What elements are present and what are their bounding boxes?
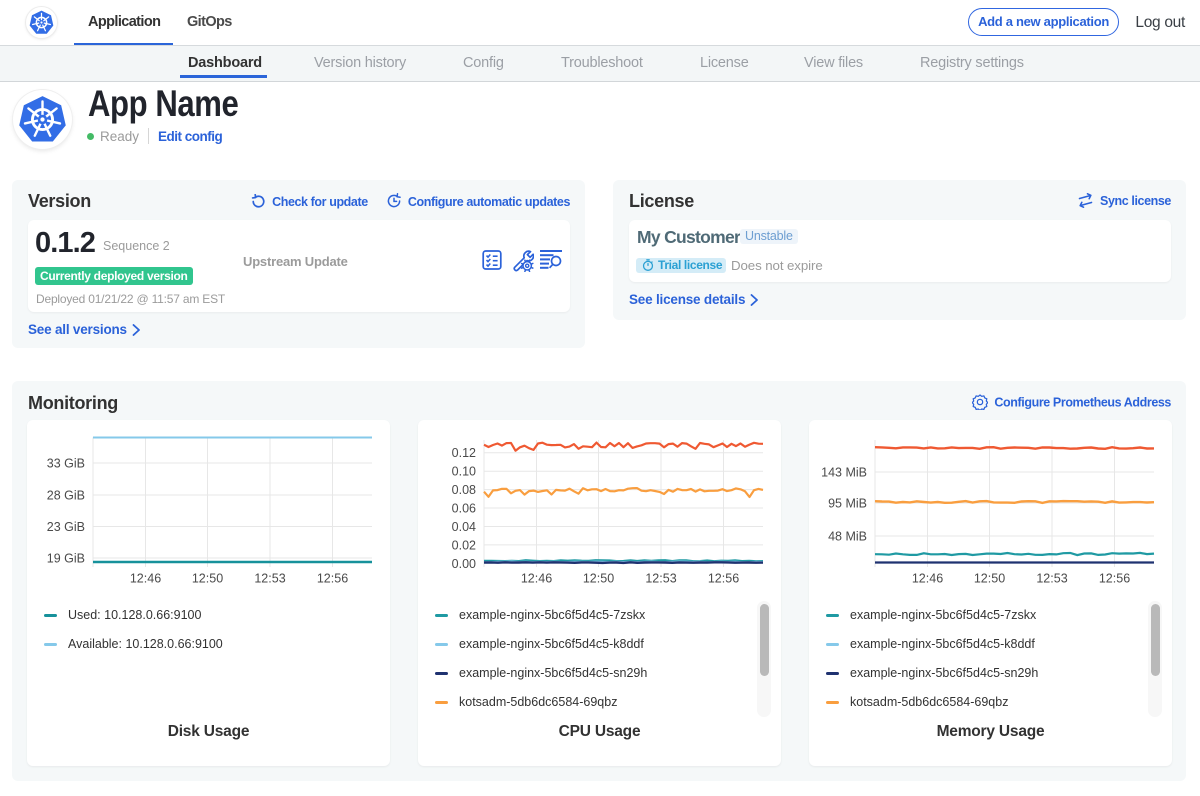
- svg-text:12:56: 12:56: [317, 572, 348, 586]
- svg-text:0.04: 0.04: [452, 520, 476, 534]
- svg-text:12:56: 12:56: [708, 572, 739, 586]
- svg-text:0.08: 0.08: [452, 483, 476, 497]
- svg-text:28 GiB: 28 GiB: [47, 489, 85, 503]
- svg-text:12:53: 12:53: [1036, 572, 1067, 586]
- svg-text:12:46: 12:46: [912, 572, 943, 586]
- svg-text:23 GiB: 23 GiB: [47, 520, 85, 534]
- svg-text:12:53: 12:53: [254, 572, 285, 586]
- svg-text:12:53: 12:53: [645, 572, 676, 586]
- svg-text:0.02: 0.02: [452, 538, 476, 552]
- svg-text:19 GiB: 19 GiB: [47, 552, 85, 566]
- svg-text:33 GiB: 33 GiB: [47, 457, 85, 471]
- svg-text:12:46: 12:46: [521, 572, 552, 586]
- svg-text:12:56: 12:56: [1099, 572, 1130, 586]
- svg-text:12:50: 12:50: [974, 572, 1005, 586]
- svg-text:12:46: 12:46: [130, 572, 161, 586]
- svg-text:0.06: 0.06: [452, 502, 476, 516]
- svg-text:0.12: 0.12: [452, 446, 476, 460]
- svg-text:12:50: 12:50: [583, 572, 614, 586]
- svg-text:95 MiB: 95 MiB: [828, 497, 867, 511]
- svg-text:48 MiB: 48 MiB: [828, 530, 867, 544]
- svg-text:12:50: 12:50: [192, 572, 223, 586]
- svg-text:0.10: 0.10: [452, 465, 476, 479]
- svg-text:143 MiB: 143 MiB: [821, 466, 867, 480]
- svg-text:0.00: 0.00: [452, 557, 476, 571]
